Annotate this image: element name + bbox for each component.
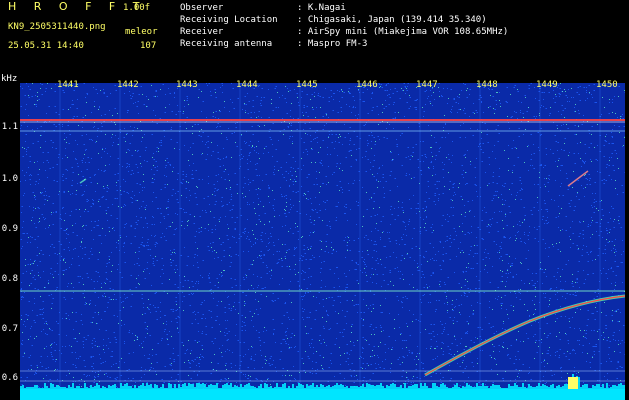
y-axis-unit: kHz [1, 74, 18, 84]
y-tick-label: 0.8 [1, 274, 18, 284]
x-tick-label: 1450 [596, 80, 618, 90]
x-tick-label: 1447 [416, 80, 438, 90]
y-tick-label: 1.1 [1, 122, 18, 132]
antenna-value: : Maspro FM-3 [297, 39, 368, 49]
x-tick-label: 1441 [57, 80, 79, 90]
location-value: : Chigasaki, Japan (139.414 35.340) [297, 15, 487, 25]
hrofft-window: H R O F F T 1.00f KN9_2505311440.png mel… [0, 0, 629, 400]
file-name: KN9_2505311440.png [8, 22, 106, 32]
spectrogram-plot [20, 83, 625, 400]
observer-value: : K.Nagai [297, 3, 346, 13]
x-tick-label: 1442 [117, 80, 139, 90]
meteor-trace [79, 178, 87, 184]
y-tick-label: 0.6 [1, 373, 18, 383]
timestamp: 25.05.31 14:40 [8, 41, 84, 51]
x-tick-label: 1449 [536, 80, 558, 90]
x-tick-label: 1444 [236, 80, 258, 90]
location-label: Receiving Location [180, 15, 278, 25]
detection-count: 107 [140, 41, 157, 51]
spectrogram-canvas [20, 83, 625, 400]
y-tick-label: 0.9 [1, 224, 18, 234]
mode-label: meleor [125, 27, 158, 37]
signal-peak [568, 377, 578, 389]
observer-label: Observer [180, 3, 224, 13]
x-tick-label: 1446 [356, 80, 378, 90]
antenna-label: Receiving antenna [180, 39, 273, 49]
noise-floor-band [20, 389, 625, 400]
y-tick-label: 1.0 [1, 174, 18, 184]
x-tick-label: 1445 [296, 80, 318, 90]
meteor-trace [567, 170, 589, 187]
x-tick-label: 1448 [476, 80, 498, 90]
receiver-label: Receiver [180, 27, 224, 37]
x-tick-label: 1443 [176, 80, 198, 90]
y-tick-label: 0.7 [1, 324, 18, 334]
receiver-value: : AirSpy mini (Miakejima VOR 108.65MHz) [297, 27, 509, 37]
app-version: 1.00f [123, 3, 151, 13]
